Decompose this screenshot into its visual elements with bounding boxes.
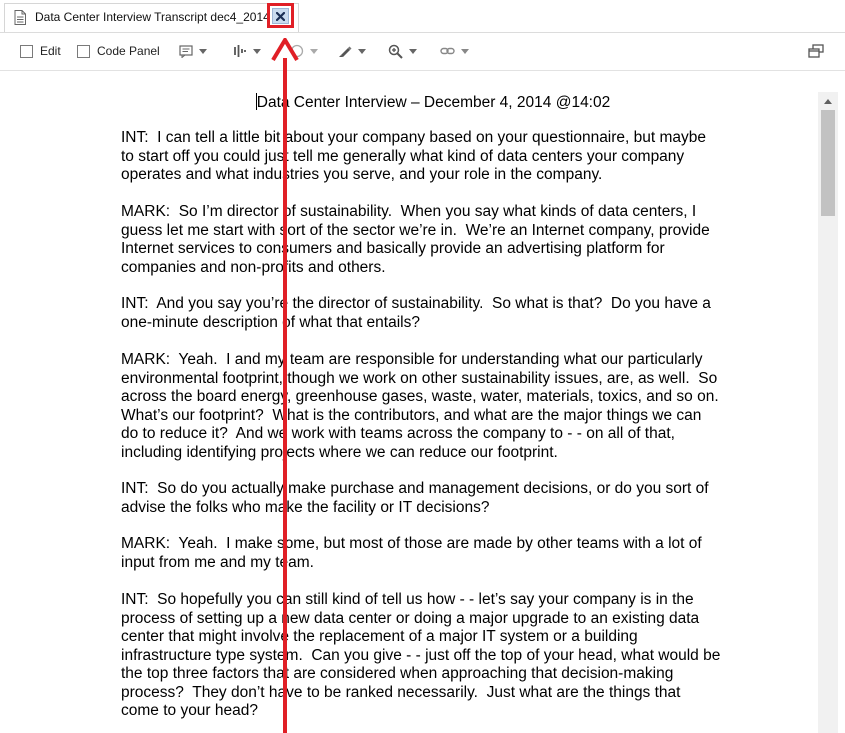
link-icon [440, 47, 455, 55]
paragraph: MARK: So I’m director of sustainability.… [121, 203, 710, 276]
chevron-down-icon [253, 48, 261, 54]
chevron-down-icon [358, 48, 366, 54]
zoom-icon [388, 44, 403, 59]
paragraph: INT: So hopefully you can still kind of … [121, 591, 721, 719]
tab-title: Data Center Interview Transcript dec4_20… [35, 10, 275, 24]
chevron-down-icon [409, 48, 417, 54]
circle-icon [290, 44, 304, 58]
chevron-down-icon [199, 48, 207, 54]
circle-tool-button[interactable] [290, 42, 318, 60]
paragraph: INT: So do you actually make purchase an… [121, 480, 709, 516]
edit-label: Edit [40, 44, 61, 58]
toolbar: Edit Code Panel [0, 33, 845, 71]
document-tab[interactable]: Data Center Interview Transcript dec4_20… [4, 3, 299, 32]
comment-tool-button[interactable] [179, 42, 207, 60]
paragraph: INT: And you say you’re the director of … [121, 295, 711, 331]
close-tab-button[interactable] [272, 8, 289, 24]
vertical-scrollbar[interactable] [818, 92, 838, 733]
edit-toggle[interactable]: Edit [20, 43, 61, 59]
link-tool-button[interactable] [440, 42, 469, 60]
document-title: Data Center Interview – December 4, 2014… [256, 94, 611, 111]
paragraph: MARK: Yeah. I and my team are responsibl… [121, 351, 719, 461]
code-panel-toggle[interactable]: Code Panel [77, 43, 160, 59]
code-panel-checkbox[interactable] [77, 44, 90, 58]
waveform-icon [234, 45, 246, 57]
chevron-down-icon [310, 48, 318, 54]
highlighter-icon [339, 46, 352, 57]
document-icon [14, 10, 26, 25]
waveform-tool-button[interactable] [233, 42, 261, 60]
comment-icon [179, 44, 193, 58]
edit-checkbox[interactable] [20, 44, 33, 58]
restore-window-button[interactable] [808, 42, 824, 60]
document-title-line: Data Center Interview – December 4, 2014… [0, 93, 818, 112]
paragraph: INT: I can tell a little bit about your … [121, 129, 707, 183]
highlighter-tool-button[interactable] [338, 42, 366, 60]
code-panel-label: Code Panel [97, 44, 160, 58]
restore-window-icon [808, 44, 824, 58]
zoom-tool-button[interactable] [388, 42, 417, 60]
close-icon [276, 11, 285, 21]
scroll-up-button[interactable] [818, 92, 838, 110]
chevron-down-icon [461, 48, 469, 54]
paragraph: MARK: Yeah. I make some, but most of tho… [121, 535, 702, 571]
tab-strip: Data Center Interview Transcript dec4_20… [0, 0, 845, 33]
document-area[interactable]: Data Center Interview – December 4, 2014… [0, 72, 818, 733]
scroll-thumb[interactable] [821, 110, 835, 216]
chevron-up-icon [824, 98, 832, 104]
